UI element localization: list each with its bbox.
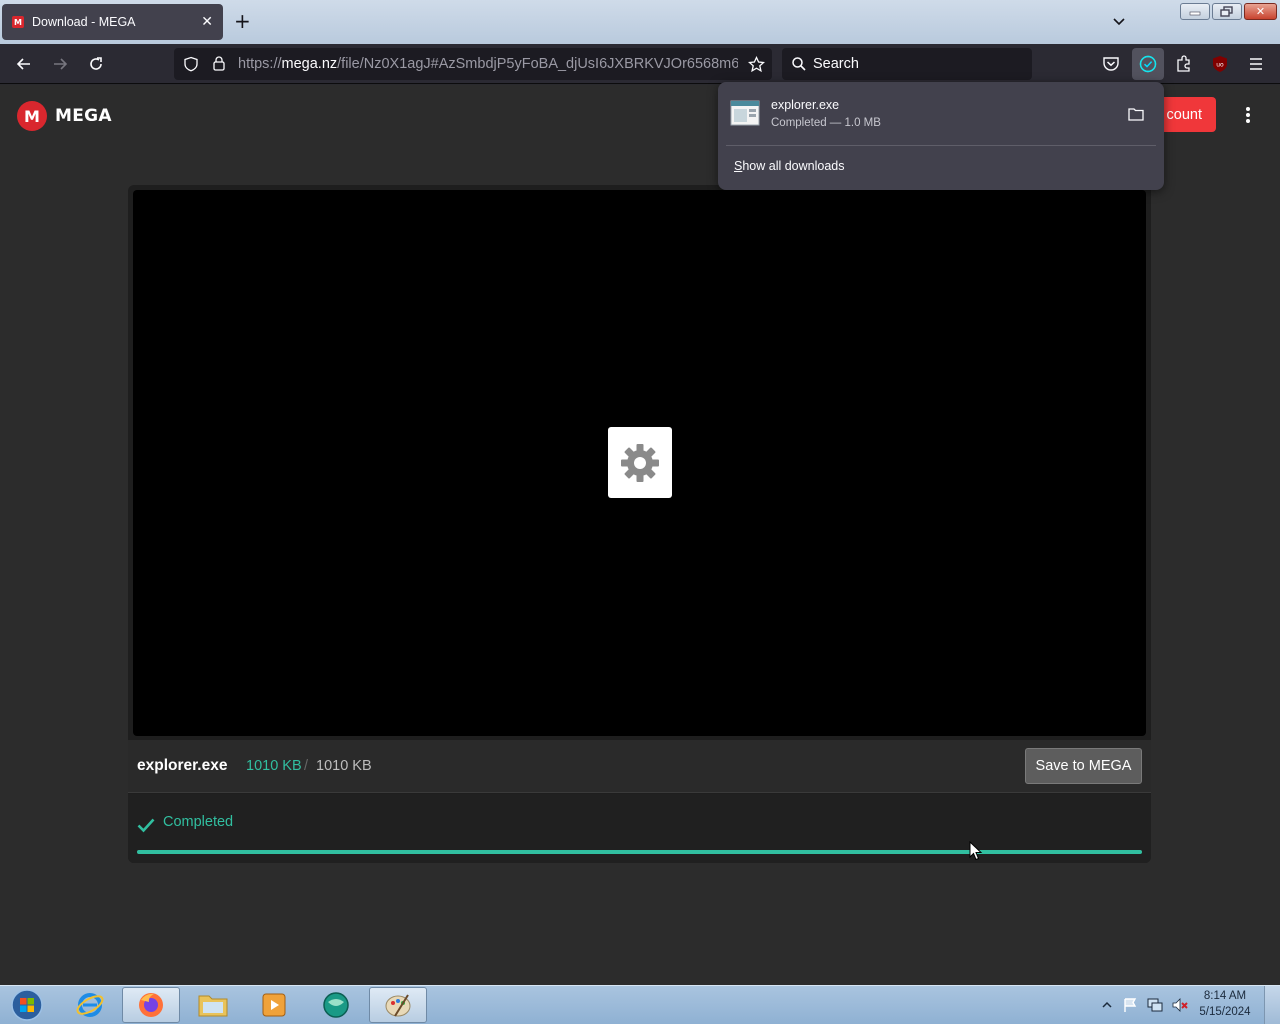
file-download-card: explorer.exe 1010 KB / 1010 KB Save to M…: [128, 185, 1151, 863]
url-text: https://mega.nz/file/Nz0X1agJ#AzSmbdjP5y…: [238, 56, 738, 72]
media-player-icon: [262, 993, 286, 1017]
tab-download-mega[interactable]: M Download - MEGA ✕: [2, 4, 223, 40]
tab-strip: M Download - MEGA ✕ + ✕: [0, 0, 1280, 44]
taskbar-file-explorer[interactable]: [184, 987, 242, 1023]
new-tab-plus-icon[interactable]: +: [234, 11, 251, 31]
tab-close-icon[interactable]: ✕: [201, 14, 213, 30]
tracking-protection-shield-icon[interactable]: [183, 56, 199, 72]
lock-icon[interactable]: [212, 55, 226, 72]
volume-muted-icon[interactable]: [1171, 997, 1189, 1013]
more-options-kebab-icon[interactable]: [1238, 105, 1258, 127]
download-item-name: explorer.exe: [771, 98, 840, 112]
ublock-origin-icon[interactable]: uo: [1211, 55, 1229, 73]
address-bar[interactable]: https://mega.nz/file/Nz0X1agJ#AzSmbdjP5y…: [174, 48, 772, 80]
pocket-icon[interactable]: [1102, 56, 1120, 72]
progress-bar-fill: [137, 850, 1142, 854]
mega-favicon-icon: M: [12, 16, 24, 28]
mega-page: M MEGA count explorer.exe 1010 KB / 1010…: [0, 85, 1280, 985]
window-restore-button[interactable]: [1212, 3, 1242, 20]
show-in-folder-icon[interactable]: [1128, 107, 1144, 121]
exe-file-icon: [730, 100, 760, 126]
download-item-status: Completed — 1.0 MB: [771, 117, 881, 129]
taskbar-app-globe[interactable]: [307, 987, 365, 1023]
clock-date[interactable]: 5/15/2024: [1195, 1006, 1255, 1018]
file-name: explorer.exe: [137, 757, 228, 774]
firefox-icon: [139, 993, 163, 1017]
taskbar-internet-explorer[interactable]: [61, 987, 119, 1023]
hamburger-menu-icon[interactable]: [1248, 56, 1264, 72]
size-separator: /: [304, 758, 309, 774]
downloads-button[interactable]: [1132, 48, 1164, 80]
taskbar-paint[interactable]: [369, 987, 427, 1023]
network-icon[interactable]: [1146, 997, 1164, 1013]
list-all-tabs-chevron-icon[interactable]: [1112, 14, 1126, 28]
svg-text:uo: uo: [1216, 62, 1224, 69]
download-complete-icon: [1139, 55, 1157, 73]
show-desktop-button[interactable]: [1264, 986, 1280, 1024]
globe-app-icon: [323, 992, 349, 1018]
start-orb-icon[interactable]: [8, 987, 46, 1023]
forward-arrow-icon[interactable]: [50, 54, 70, 74]
windows-taskbar: 8:14 AM 5/15/2024: [0, 985, 1280, 1024]
file-preview-area: [133, 190, 1146, 736]
mega-logo[interactable]: M MEGA: [17, 101, 112, 131]
gear-icon: [621, 443, 659, 482]
checkmark-icon: [137, 818, 155, 833]
window-minimize-button[interactable]: [1180, 3, 1210, 20]
show-all-downloads-link[interactable]: Show all downloads: [734, 159, 845, 173]
download-status-text: Completed: [163, 814, 234, 830]
progress-bar: [137, 850, 1142, 854]
clock-time[interactable]: 8:14 AM: [1195, 990, 1255, 1002]
extensions-puzzle-icon[interactable]: [1175, 55, 1193, 73]
panel-divider: [726, 145, 1156, 146]
mega-logo-word: MEGA: [55, 106, 112, 126]
tab-title: Download - MEGA: [32, 15, 136, 29]
download-status-row: Completed: [128, 794, 1151, 863]
downloaded-size: 1010 KB: [246, 758, 302, 774]
mega-logo-icon: M: [17, 101, 47, 131]
window-close-button[interactable]: ✕: [1244, 3, 1277, 20]
total-size: 1010 KB: [316, 758, 372, 774]
paint-palette-icon: [385, 994, 411, 1017]
back-arrow-icon[interactable]: [14, 54, 34, 74]
search-icon: [792, 57, 806, 71]
show-hidden-icons-icon[interactable]: [1102, 1000, 1112, 1010]
bookmark-star-icon[interactable]: [748, 56, 765, 73]
file-info-row: explorer.exe 1010 KB / 1010 KB Save to M…: [128, 740, 1151, 793]
search-bar[interactable]: Search: [782, 48, 1032, 80]
folder-icon: [198, 995, 228, 1017]
executable-file-icon: [608, 427, 672, 498]
taskbar-media-player[interactable]: [245, 987, 303, 1023]
taskbar-firefox[interactable]: [122, 987, 180, 1023]
internet-explorer-icon: [76, 993, 104, 1017]
save-to-mega-button[interactable]: Save to MEGA: [1025, 748, 1142, 784]
mouse-cursor-icon: [969, 841, 983, 861]
search-placeholder: Search: [813, 56, 859, 72]
reload-icon[interactable]: [86, 54, 106, 74]
navigation-toolbar: https://mega.nz/file/Nz0X1agJ#AzSmbdjP5y…: [0, 44, 1280, 84]
action-center-flag-icon[interactable]: [1122, 997, 1138, 1013]
downloads-panel: explorer.exe Completed — 1.0 MB Show all…: [718, 82, 1164, 190]
